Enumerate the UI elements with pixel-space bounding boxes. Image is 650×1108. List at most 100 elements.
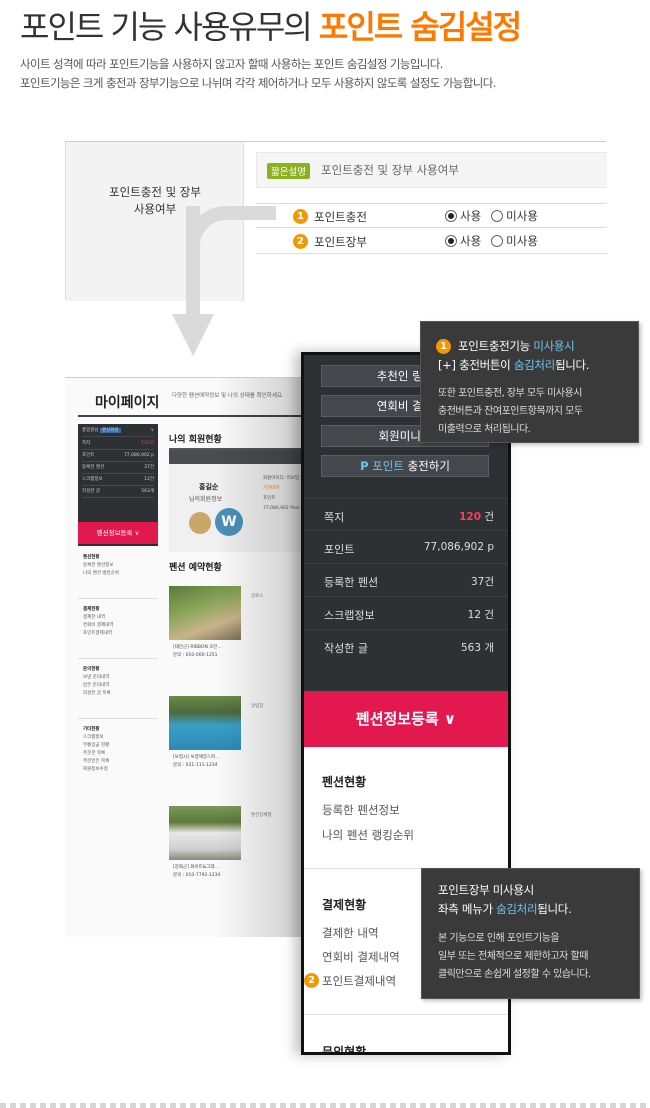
shadow-overlay: [215, 378, 305, 937]
tip1-line1: 포인트충전기능 미사용시: [458, 337, 575, 356]
stat-value: 120 건: [459, 509, 494, 524]
tip2-line2-end: 됩니다.: [537, 902, 572, 916]
side-menu-pension: 펜션현황 등록한 펜션정보 나의 펜션 랭킹순위: [83, 554, 119, 578]
register-pension-button[interactable]: 펜션정보등록 ∨: [304, 691, 508, 747]
tip2-line2-highlight: 숨김처리: [496, 902, 538, 916]
menu-divider: [78, 658, 158, 659]
register-pension-button-small[interactable]: 펜션정보등록 ∨: [78, 522, 158, 544]
stat-key: 포인트: [82, 453, 95, 458]
pension-status-heading: 펜션현황: [322, 775, 367, 789]
tip1-line2-end: 됩니다.: [554, 358, 590, 372]
desc-line-1: 사이트 성격에 따라 포인트기능을 사용하지 않고자 할때 사용하는 포인트 숨…: [20, 57, 443, 71]
page-title: 포인트 기능 사용유무의 포인트 숨김설정: [20, 2, 522, 48]
stat-value: 77,086,902 p: [423, 541, 494, 553]
menu-item[interactable]: 결제한 내역: [83, 614, 113, 622]
charge-use-radio[interactable]: [445, 210, 457, 222]
menu-item[interactable]: 주문받은 목록: [83, 758, 109, 766]
menu-annual-fee-history[interactable]: 연회비 결제내역: [322, 949, 400, 965]
stat-unit: 건: [481, 511, 494, 523]
menu-point-payment-history[interactable]: 포인트결제내역: [322, 973, 396, 989]
number-badge-1-tip: 1: [436, 339, 451, 354]
point-charge-button[interactable]: P 포인트 충전하기: [321, 455, 489, 477]
tip2-line1: 포인트장부 미사용시: [438, 883, 534, 897]
footer-dashed-divider: [0, 1103, 650, 1108]
menu-divider: [78, 598, 158, 599]
menu-item[interactable]: 회원정보수정: [83, 766, 109, 774]
pension-caption: [보령시] 보령해양스파... 문의 : 031-111-1234: [173, 754, 220, 770]
menu-item[interactable]: 주문한 목록: [83, 750, 109, 758]
settings-hint: 짧은설명 포인트충전 및 장부 사용여부: [256, 152, 607, 188]
stat-row-scrap[interactable]: 스크랩정보 12 건: [304, 597, 508, 630]
menu-item[interactable]: 받은 문의내역: [83, 682, 111, 690]
ledger-use-radio[interactable]: [445, 235, 457, 247]
stat-value: 37건: [470, 576, 494, 588]
sidebar-stat-row: 작성한 글 563개: [82, 487, 154, 498]
caption-name: [강화군] 화이트&그레...: [173, 865, 219, 870]
number-badge-2-zoom: 2: [304, 973, 319, 988]
desc-line-2: 포인트기능은 크게 충전과 장부기능으로 나뉘며 각각 제어하거나 모두 사용하…: [20, 76, 496, 90]
caption-phone: 문의 : 010-7792-1234: [173, 873, 221, 878]
menu-item[interactable]: 무통입금 현황: [83, 742, 109, 750]
stat-key: 쪽지: [82, 441, 91, 446]
tip1-line1-highlight: 미사용시: [533, 339, 575, 353]
settings-label-line-1: 포인트충전 및 장부: [109, 185, 201, 199]
short-desc-badge: 짧은설명: [267, 163, 310, 179]
charge-use-label[interactable]: 사용: [460, 209, 481, 223]
stat-value-highlight: 120: [459, 511, 481, 523]
side-menu-etc: 기타현황 스크랩정보 무통입금 현황 주문한 목록 주문받은 목록 회원정보수정: [83, 726, 109, 774]
menu-item[interactable]: 스크랩정보: [83, 734, 109, 742]
option-label-ledger: 포인트장부: [314, 235, 367, 249]
tip2-line2-text: 좌측 메뉴가: [438, 902, 497, 916]
charge-radio-group: 사용 미사용: [445, 208, 538, 224]
menu-divider: [304, 1014, 508, 1015]
stat-row-pension[interactable]: 등록한 펜션 37건: [304, 564, 508, 597]
arrow-shaft-shape: [186, 206, 200, 316]
menu-heading: 결제현황: [83, 607, 100, 612]
menu-heading: 문의현황: [83, 667, 100, 672]
menu-registered-pension[interactable]: 등록한 펜션정보: [322, 802, 400, 818]
tip2-sub: 본 기능으로 인해 포인트기능을 일부 또는 전체적으로 제한하고자 할때 클릭…: [438, 930, 591, 984]
pension-caption: [강화군] 화이트&그레... 문의 : 010-7792-1234: [173, 864, 220, 880]
menu-payment-history[interactable]: 결제한 내역: [322, 925, 379, 941]
side-menu-payment: 결제현황 결제한 내역 연회비 결제내역 포인트결제내역: [83, 606, 113, 638]
stat-row-message[interactable]: 쪽지 120 건: [304, 498, 508, 531]
menu-item[interactable]: 연회비 결제내역: [83, 622, 113, 630]
sidebar-stat-row: 쪽지 120건: [82, 439, 154, 450]
option-row-charge: 1 포인트충전 사용 미사용: [256, 203, 607, 228]
sidebar-stat-row: 포인트 77,086,902 p: [82, 451, 154, 462]
tip1-sub-line: 미출력으로 처리됩니다.: [438, 424, 531, 435]
stat-value: 563개: [141, 489, 154, 494]
menu-item[interactable]: 작성한 글 목록: [83, 690, 111, 698]
stat-value: 12건: [144, 477, 154, 482]
ledger-radio-group: 사용 미사용: [445, 233, 538, 249]
number-badge-1: 1: [293, 209, 308, 224]
sidebar-user: 총입원님: [82, 428, 100, 433]
sidebar-stat-row: 등록한 펜션 37건: [82, 463, 154, 474]
chevron-down-icon[interactable]: ∨: [151, 426, 154, 436]
ledger-nouse-label[interactable]: 미사용: [506, 234, 538, 248]
charge-nouse-label[interactable]: 미사용: [506, 209, 538, 223]
menu-item[interactable]: 포인트결제내역: [83, 630, 113, 638]
menu-item[interactable]: 등록한 펜션정보: [83, 562, 119, 570]
stat-value: 120건: [141, 441, 154, 446]
stat-row-posts[interactable]: 작성한 글 563 개: [304, 630, 508, 663]
stat-key: 작성한 글: [324, 642, 368, 655]
charge-nouse-radio[interactable]: [491, 210, 504, 222]
inquiry-status-heading: 문의현황: [322, 1045, 367, 1055]
ledger-nouse-radio[interactable]: [491, 235, 504, 247]
stat-row-point[interactable]: 포인트 77,086,902 p: [304, 531, 508, 564]
caption-phone: 문의 : 031-111-1234: [173, 763, 218, 768]
menu-pension-ranking[interactable]: 나의 펜션 랭킹순위: [322, 827, 414, 843]
tip2-sub-line: 클릭만으로 손쉽게 설정할 수 있습니다.: [438, 969, 591, 980]
tip2-line2: 좌측 메뉴가 숨김처리됩니다.: [438, 900, 572, 919]
menu-item[interactable]: 나의 펜션 랭킹순위: [83, 570, 119, 578]
tip1-line2: [+] 충전버튼이 숨김처리됩니다.: [438, 356, 589, 375]
ledger-use-label[interactable]: 사용: [460, 234, 481, 248]
page-description: 사이트 성격에 따라 포인트기능을 사용하지 않고자 할때 사용하는 포인트 숨…: [20, 55, 496, 93]
stat-key: 스크랩정보: [82, 477, 103, 482]
menu-item[interactable]: 보낸 문의내역: [83, 674, 111, 682]
stat-key: 등록한 펜션: [82, 465, 105, 470]
tip1-line2-text: [+] 충전버튼이: [438, 358, 514, 372]
caption-name: [보령시] 보령해양스파...: [173, 755, 220, 760]
menu-heading: 기타현황: [83, 727, 100, 732]
